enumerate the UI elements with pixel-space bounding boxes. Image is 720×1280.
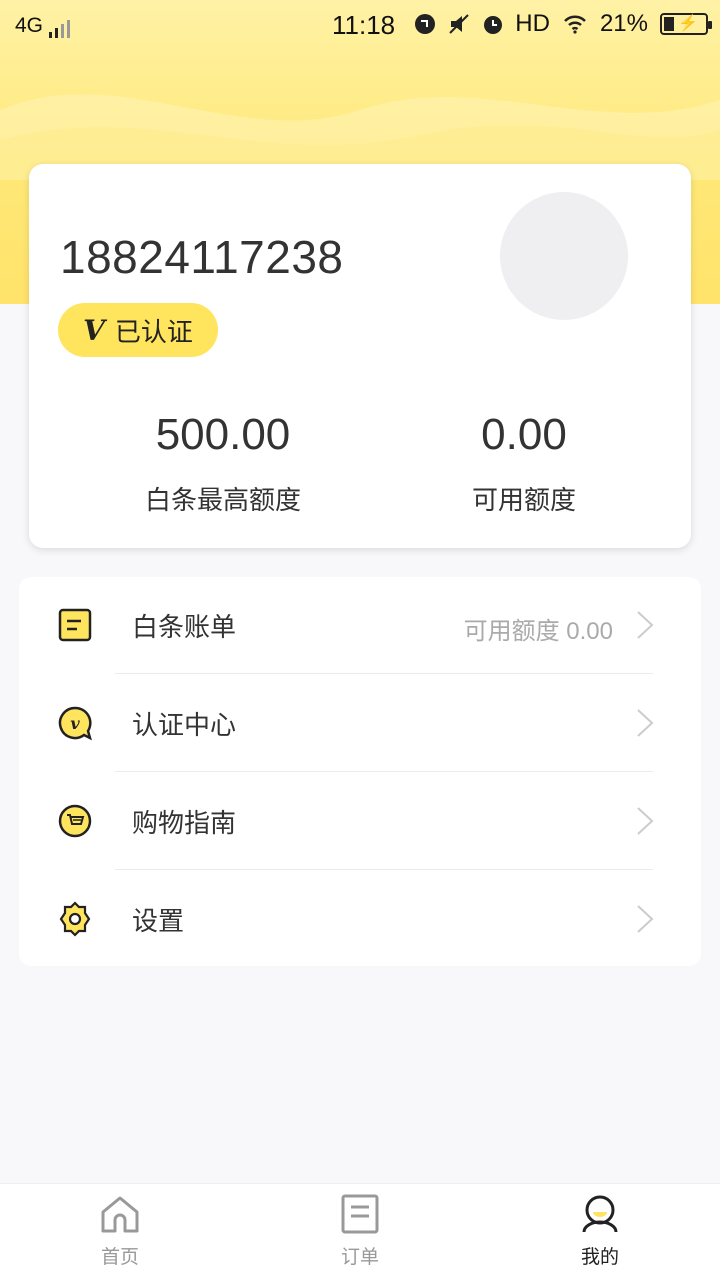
wifi-icon: [564, 15, 586, 34]
menu-item-label: 认证中心: [132, 711, 237, 741]
menu-list: 白条账单 可用额度 0.00 v 认证中心 购物指南 设置: [19, 577, 701, 966]
alarm-icon: [484, 16, 503, 34]
tab-label: 我的: [580, 1246, 619, 1268]
menu-item-extra: 可用额度 0.00: [463, 618, 613, 645]
clock: 11:18: [332, 10, 396, 40]
divider: [115, 869, 653, 870]
chevron-right-icon: [637, 709, 654, 737]
signal-icon: [49, 20, 71, 38]
chevron-right-icon: [637, 611, 654, 639]
profile-card: 18824117238 V 已认证 500.00 白条最高额度 0.00 可用额…: [29, 164, 691, 548]
verify-center-icon: v: [58, 706, 92, 741]
menu-item-label: 购物指南: [132, 809, 237, 839]
verified-label: 已认证: [114, 317, 193, 348]
svg-text:v: v: [70, 714, 80, 733]
avatar[interactable]: [500, 192, 628, 320]
menu-item-bill[interactable]: 白条账单 可用额度 0.00: [19, 577, 701, 674]
rotation-lock-icon: [415, 14, 436, 34]
available-credit-label: 可用额度: [471, 486, 576, 516]
divider: [115, 771, 653, 772]
tab-label: 首页: [100, 1246, 139, 1268]
menu-item-verify-center[interactable]: v 认证中心: [19, 675, 701, 772]
tab-mine[interactable]: 我的: [540, 1194, 660, 1269]
phone-number: 18824117238: [60, 231, 344, 283]
menu-item-label: 设置: [132, 907, 185, 937]
menu-item-shopping-guide[interactable]: 购物指南: [19, 773, 701, 870]
menu-item-label: 白条账单: [132, 613, 237, 643]
shopping-guide-icon: [58, 804, 92, 838]
network-type: 4G: [15, 14, 44, 37]
status-icons: HD 21% ⚡: [413, 10, 712, 38]
tab-orders[interactable]: 订单: [300, 1194, 420, 1269]
profile-icon: [582, 1195, 618, 1233]
chevron-right-icon: [637, 807, 654, 835]
order-icon: [341, 1194, 379, 1234]
bottom-tab-bar: 首页 订单 我的: [0, 1183, 720, 1280]
bill-icon: [58, 608, 92, 642]
settings-gear-icon: [59, 901, 91, 937]
v-badge-icon: V: [83, 313, 105, 347]
wave-decoration: [0, 94, 720, 180]
available-credit-stat: 0.00 可用额度: [374, 410, 674, 517]
network-indicator: 4G: [15, 14, 71, 38]
home-icon: [101, 1196, 139, 1233]
mute-icon: [449, 14, 469, 34]
tab-label: 订单: [340, 1246, 379, 1268]
chevron-right-icon: [637, 905, 654, 933]
tab-home[interactable]: 首页: [60, 1194, 180, 1269]
max-credit-stat: 500.00 白条最高额度: [73, 410, 373, 517]
max-credit-label: 白条最高额度: [144, 486, 301, 516]
available-credit-value: 0.00: [481, 410, 567, 459]
max-credit-value: 500.00: [155, 410, 291, 459]
hd-indicator: HD: [515, 10, 550, 37]
battery-icon: ⚡: [660, 13, 712, 35]
status-bar: 4G 11:18 HD 21% ⚡: [0, 0, 720, 50]
divider: [115, 673, 653, 674]
verified-badge[interactable]: V 已认证: [58, 303, 218, 357]
menu-item-settings[interactable]: 设置: [19, 871, 701, 968]
battery-percent: 21%: [599, 10, 648, 37]
